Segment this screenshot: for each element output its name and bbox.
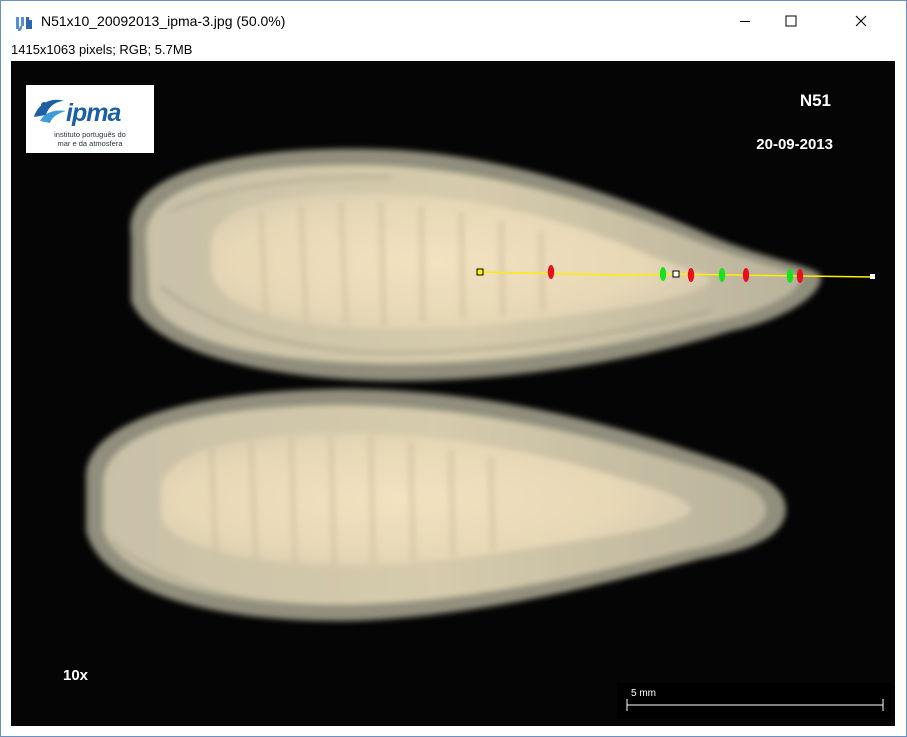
- scale-bar-label: 5 mm: [631, 688, 656, 699]
- image-window: N51x10_20092013_ipma-3.jpg (50.0%) 1415x…: [0, 0, 907, 737]
- line-handle-end[interactable]: [870, 274, 875, 279]
- ipma-wave-icon: [34, 99, 66, 123]
- marker-red[interactable]: [687, 268, 695, 282]
- maximize-button[interactable]: [768, 1, 814, 41]
- title-bar[interactable]: N51x10_20092013_ipma-3.jpg (50.0%): [1, 1, 906, 41]
- window-title: N51x10_20092013_ipma-3.jpg (50.0%): [41, 13, 286, 29]
- line-handle-start[interactable]: [476, 268, 484, 276]
- magnification-label: 10x: [63, 667, 89, 684]
- marker-green[interactable]: [659, 267, 667, 281]
- marker-red[interactable]: [796, 269, 804, 283]
- minimize-button[interactable]: [722, 1, 768, 41]
- logo-tagline-1: instituto português do: [54, 130, 126, 139]
- maximize-icon: [785, 15, 797, 27]
- scale-bar: 5 mm: [617, 683, 891, 719]
- otolith-photo: [85, 148, 875, 622]
- logo-wordmark: ipma: [66, 99, 121, 127]
- marker-red[interactable]: [742, 268, 750, 282]
- line-handle-mid[interactable]: [672, 270, 680, 278]
- marker-green[interactable]: [786, 269, 794, 283]
- marker-red[interactable]: [547, 265, 555, 279]
- image-info: 1415x1063 pixels; RGB; 5.7MB: [11, 42, 193, 57]
- image-canvas[interactable]: ipma instituto português do mar e da atm…: [11, 61, 895, 726]
- lower-otolith: [85, 389, 786, 622]
- close-button[interactable]: [838, 1, 884, 41]
- imagej-icon: [15, 15, 33, 32]
- scale-bar-line: [626, 699, 884, 711]
- ipma-logo: ipma instituto português do mar e da atm…: [26, 85, 154, 153]
- close-icon: [855, 15, 867, 27]
- marker-green[interactable]: [718, 268, 726, 282]
- sample-id-label: N51: [799, 91, 831, 110]
- minimize-icon: [740, 21, 750, 22]
- sample-date-label: 20-09-2013: [756, 136, 833, 153]
- upper-otolith: [130, 148, 822, 381]
- logo-tagline-2: mar e da atmosfera: [57, 139, 123, 148]
